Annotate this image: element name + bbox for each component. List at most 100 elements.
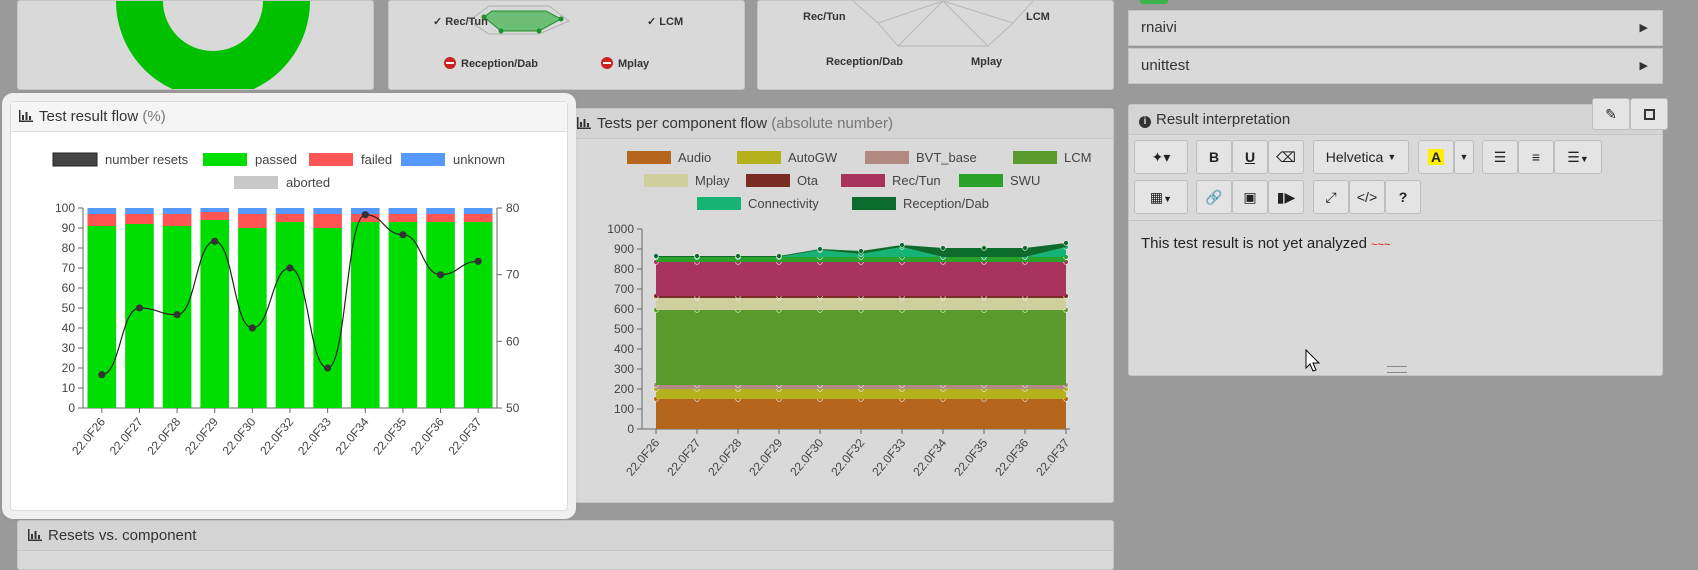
bar-unknown [87, 208, 117, 214]
x-tick-label: 22.0F32 [828, 436, 867, 479]
bullet-list-button[interactable]: ☰ [1482, 140, 1518, 174]
y-tick-label: 400 [614, 342, 634, 356]
save-button[interactable] [1630, 98, 1668, 130]
radar-area [483, 10, 563, 32]
error-icon-bar [446, 62, 454, 64]
area-lcm [656, 310, 1066, 385]
x-tick-label: 22.0F35 [951, 436, 990, 479]
bold-button[interactable]: B [1196, 140, 1232, 174]
legend-swatch [841, 174, 885, 187]
y-tick-label: 0 [627, 422, 634, 436]
chevron-down-icon: ▼ [1387, 152, 1397, 162]
bar-unknown [125, 208, 154, 214]
info-icon: i [1139, 116, 1151, 128]
accordion-item-unittest[interactable]: unittest ▶ [1128, 48, 1663, 84]
donut-slice [116, 1, 310, 89]
y2-tick-label: 80 [506, 201, 520, 215]
legend-swatch [852, 197, 896, 210]
legend-label: unknown [453, 152, 505, 167]
x-tick-label: 22.0F30 [220, 415, 259, 458]
link-button[interactable]: 🔗 [1196, 180, 1232, 214]
area-rec-tun [656, 262, 1066, 296]
table-button[interactable]: ▦▼ [1134, 180, 1188, 214]
panel-title: Result interpretation [1156, 111, 1291, 128]
bar-passed [87, 226, 117, 408]
y-tick-label: 20 [62, 361, 76, 375]
y-tick-label: 700 [614, 282, 634, 296]
ordered-list-icon: ≡ [1531, 149, 1541, 165]
accordion-item-rnaivi[interactable]: rnaivi ▶ [1128, 10, 1663, 46]
x-tick-label: 22.0F32 [257, 415, 296, 458]
y-tick-label: 600 [614, 302, 634, 316]
bar-failed [87, 214, 117, 226]
edit-icon: ✎ [1605, 105, 1617, 122]
radar-point [498, 28, 504, 34]
x-tick-label: 22.0F36 [992, 436, 1031, 479]
panel-title: Resets vs. component [48, 527, 197, 544]
radar2-label-3: Mplay [971, 56, 1003, 68]
x-tick-label: 22.0F27 [664, 436, 703, 479]
radar-point [558, 16, 564, 22]
text-color-icon: A [1427, 149, 1445, 165]
clear-format-button[interactable]: ⌫ [1268, 140, 1304, 174]
bar-unknown [426, 208, 455, 214]
edit-button[interactable]: ✎ [1592, 98, 1630, 130]
top-left-panel [17, 0, 374, 90]
underline-button[interactable]: U [1232, 140, 1268, 174]
align-icon: ☰▼ [1567, 148, 1589, 165]
y2-tick-label: 60 [506, 334, 520, 348]
bar-passed [313, 228, 342, 408]
y-tick-label: 10 [62, 381, 76, 395]
radar-chart-2: Rec/Tun LCM Reception/Dab Mplay [803, 1, 1050, 68]
y-tick-label: 1000 [607, 222, 634, 236]
area-point [653, 253, 659, 259]
y-tick-label: 90 [62, 221, 76, 235]
legend-label: aborted [286, 175, 330, 190]
x-tick-label: 22.0F37 [1033, 436, 1072, 479]
help-button[interactable]: ? [1385, 180, 1421, 214]
resets-point [173, 311, 181, 319]
font-family-dropdown[interactable]: Helvetica ▼ [1313, 140, 1409, 174]
radar2-label-1: LCM [1026, 11, 1050, 23]
bar-unknown [388, 208, 418, 214]
error-icon-bar [603, 62, 611, 64]
fullscreen-button[interactable]: ⤢ [1313, 180, 1349, 214]
radar-point [536, 28, 542, 34]
editor-content[interactable]: This test result is not yet analyzed ~~~ [1141, 235, 1390, 252]
code-view-button[interactable]: </> [1349, 180, 1385, 214]
y-tick-label: 100 [614, 402, 634, 416]
radar1-label-0: ✓ Rec/Tun [433, 16, 488, 28]
resets-point [324, 364, 332, 372]
y-tick-label: 800 [614, 262, 634, 276]
magic-button[interactable]: ✦▾ [1134, 140, 1188, 174]
help-icon: ? [1398, 189, 1408, 205]
video-button[interactable]: ▮▶ [1268, 180, 1304, 214]
underline-icon: U [1244, 149, 1256, 165]
y-tick-label: 30 [62, 341, 76, 355]
bar-passed [200, 220, 230, 408]
caret-right-icon: ▶ [1639, 22, 1648, 34]
accordion-label: rnaivi [1141, 19, 1177, 36]
eraser-icon: ⌫ [1276, 148, 1296, 165]
legend-swatch [746, 174, 790, 187]
area-point [940, 245, 946, 251]
x-tick-label: 22.0F34 [910, 436, 949, 479]
ordered-list-button[interactable]: ≡ [1518, 140, 1554, 174]
radar2-label-2: Reception/Dab [826, 56, 903, 68]
panel-title: Test result flow [39, 108, 139, 125]
fullscreen-icon: ⤢ [1325, 188, 1337, 205]
color-dropdown-button[interactable]: ▼ [1454, 140, 1474, 174]
legend-label: Ota [797, 173, 819, 188]
radar1-label-3: Mplay [618, 58, 650, 70]
bar-unknown [275, 208, 305, 214]
area-point [858, 248, 864, 254]
text-color-button[interactable]: A [1418, 140, 1454, 174]
align-dropdown-button[interactable]: ☰▼ [1554, 140, 1602, 174]
legend-label: passed [255, 152, 297, 167]
rich-text-editor[interactable]: This test result is not yet analyzed ~~~ [1129, 220, 1662, 375]
legend-label: Audio [678, 150, 711, 165]
resize-handle[interactable] [1387, 366, 1407, 373]
component-area-chart: Audio AutoGW BVT_base LCM Mplay Ota Rec/Tun SWU… [607, 150, 1091, 479]
image-button[interactable]: ▣ [1232, 180, 1268, 214]
legend-swatch [697, 197, 741, 210]
